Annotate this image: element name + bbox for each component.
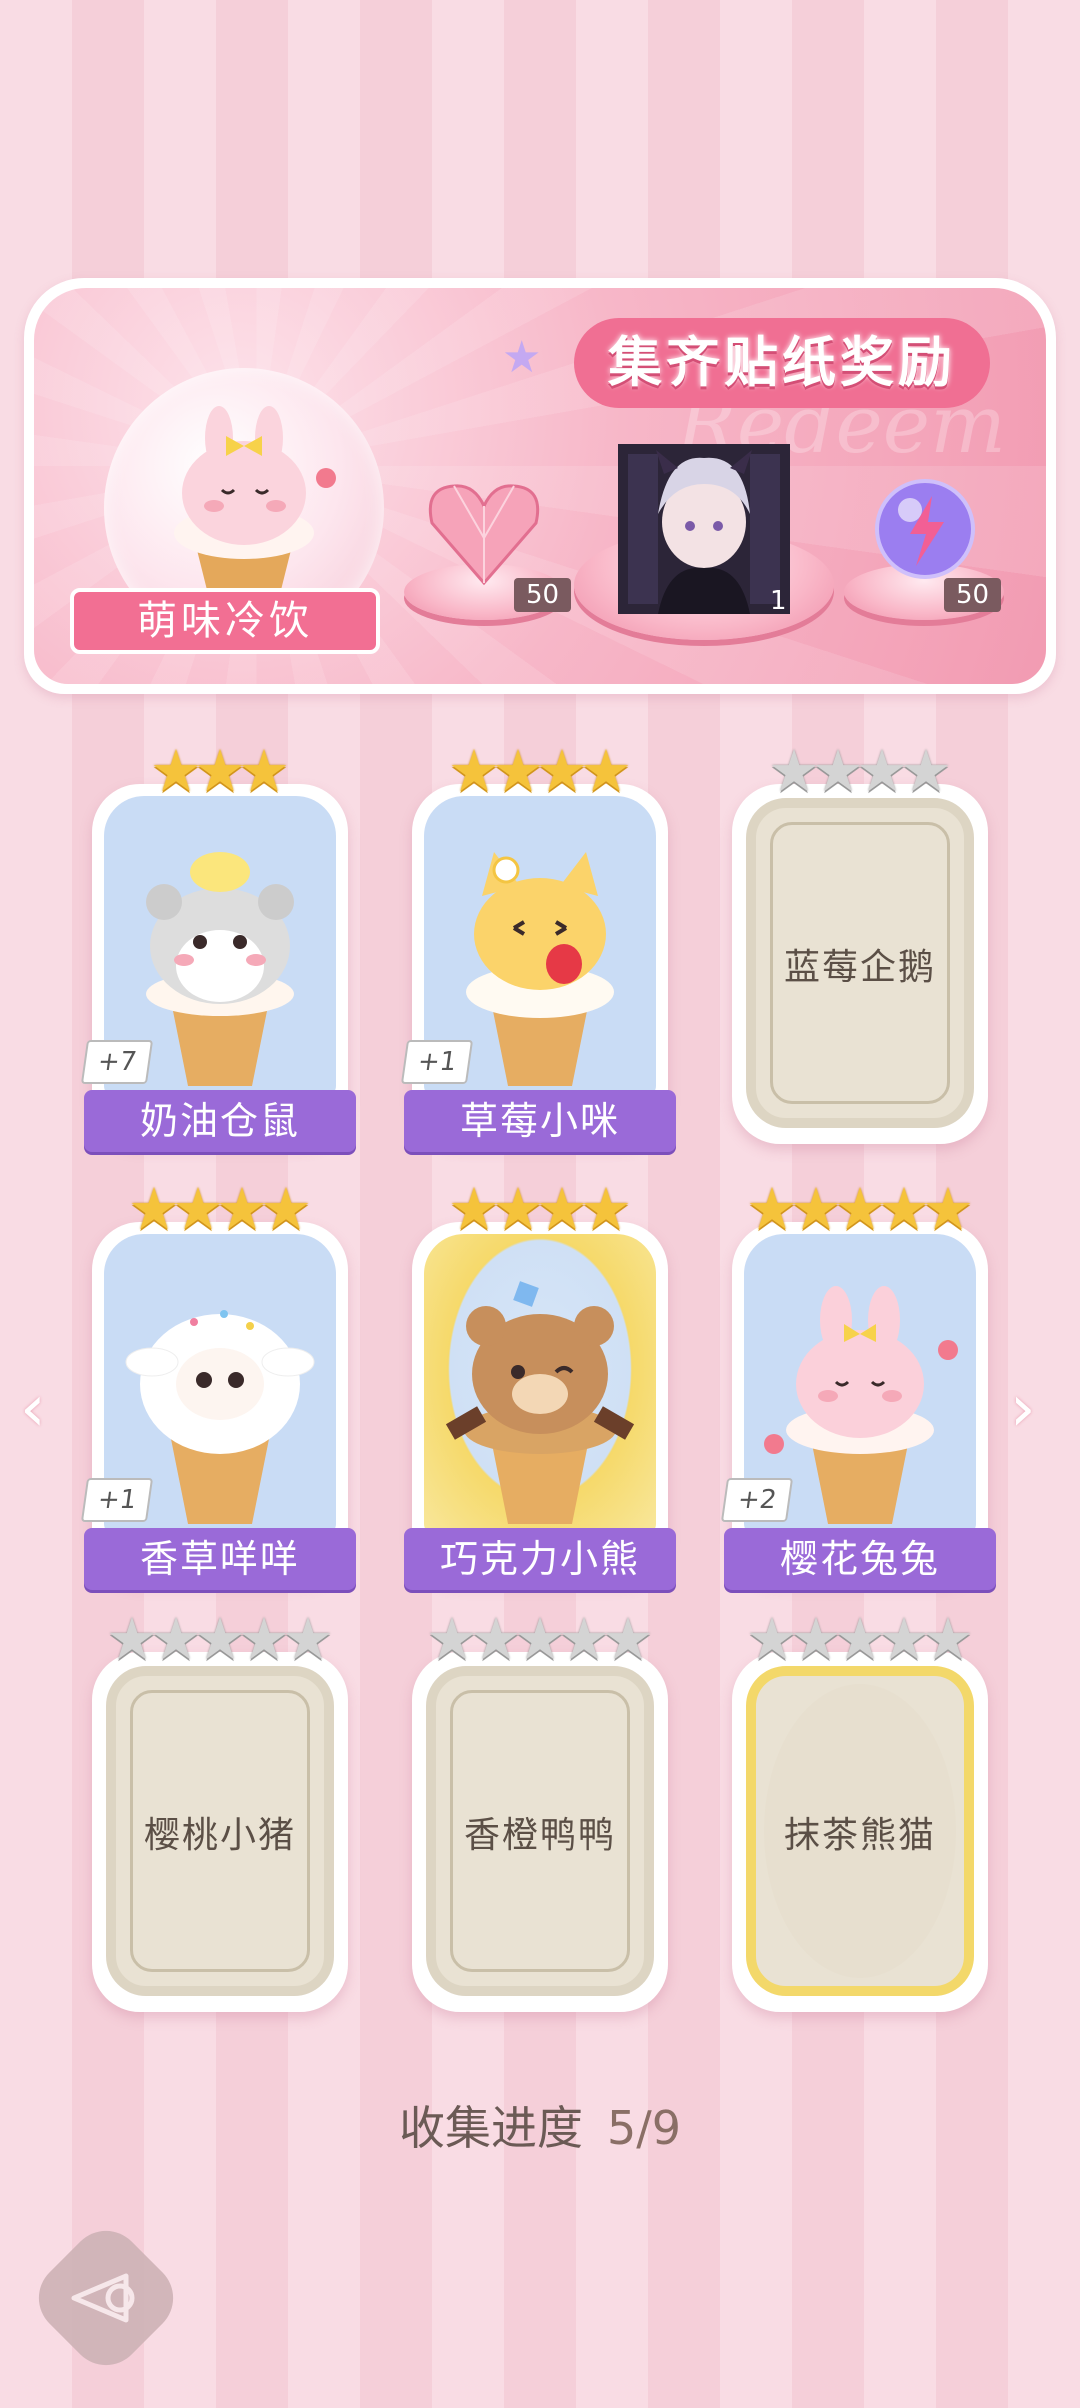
star-icon: ★ (260, 1175, 312, 1243)
progress-value: 5/9 (606, 2101, 682, 2155)
card-name: 香橙鸭鸭 (463, 1815, 616, 1856)
banner-title: 集齐贴纸奖励 (574, 318, 990, 408)
reward-heart-gem[interactable]: 50 (404, 468, 572, 628)
theme-label: 萌味冷饮 (70, 588, 380, 654)
duplicate-count-badge: +1 (80, 1478, 154, 1522)
collection-progress: 收集进度 5/9 (0, 2092, 1080, 2158)
progress-label: 收集进度 (398, 2101, 583, 2155)
duplicate-count-badge: +1 (400, 1040, 474, 1084)
star-icon: ★ (580, 737, 632, 805)
card-name: 樱花兔兔 (724, 1528, 996, 1590)
sticker-card[interactable]: 香草咩咩 +1 ★★★★ (80, 1180, 356, 1590)
pink-heart-gem-icon (428, 484, 540, 586)
card-name: 樱桃小猪 (143, 1815, 296, 1856)
star-rating: ★★★★ (412, 1180, 668, 1238)
reward-count: 1 (770, 586, 787, 616)
card-name: 巧克力小熊 (404, 1528, 676, 1590)
duplicate-count-badge: +2 (720, 1478, 794, 1522)
star-rating: ★★★★★ (732, 1180, 988, 1238)
duplicate-count-badge: +7 (80, 1040, 154, 1084)
card-artwork (424, 1234, 656, 1534)
sticker-card[interactable]: 香橙鸭鸭 ★★★★★ (412, 1610, 668, 2012)
sticker-card[interactable]: 巧克力小熊 ★★★★ (404, 1180, 676, 1590)
card-name: 奶油仓鼠 (84, 1090, 356, 1152)
sticker-card[interactable]: 樱花兔兔 +2 ★★★★★ (720, 1180, 996, 1590)
star-icon: ★ (580, 1175, 632, 1243)
reward-count: 50 (944, 578, 1002, 612)
star-icon: ★ (922, 1175, 974, 1243)
back-icon (48, 2240, 164, 2356)
next-page-arrow[interactable]: › (1010, 1372, 1036, 1446)
card-name: 香草咩咩 (84, 1528, 356, 1590)
card-name: 草莓小咪 (404, 1090, 676, 1152)
card-name: 抹茶熊猫 (783, 1815, 936, 1856)
sticker-card[interactable]: 蓝莓企鹅 ★★★★ (732, 742, 988, 1144)
star-rating: ★★★ (92, 742, 348, 800)
prev-page-arrow[interactable]: ‹ (20, 1372, 46, 1446)
card-name: 蓝莓企鹅 (783, 947, 936, 988)
sticker-card[interactable]: 奶油仓鼠 +7 ★★★ (80, 742, 356, 1152)
reward-banner: Redeem ★ ★ 集齐贴纸奖励 萌味冷饮 (24, 278, 1056, 694)
reward-character[interactable]: 1 (574, 438, 834, 658)
lightning-orb-icon (875, 479, 975, 579)
reward-count: 50 (514, 578, 572, 612)
reward-lightning-orb[interactable]: 50 (844, 468, 1004, 628)
sticker-card[interactable]: 草莓小咪 +1 ★★★★ (400, 742, 676, 1152)
sticker-card[interactable]: 抹茶熊猫 ★★★★★ (732, 1610, 988, 2012)
star-rating: ★★★★ (92, 1180, 348, 1238)
sticker-card[interactable]: 樱桃小猪 ★★★★★ (92, 1610, 348, 2012)
banner-background: Redeem ★ ★ 集齐贴纸奖励 萌味冷饮 (34, 288, 1046, 684)
purple-star-icon: ★ (502, 332, 542, 383)
star-rating: ★★★★ (412, 742, 668, 800)
star-icon: ★ (238, 737, 290, 805)
